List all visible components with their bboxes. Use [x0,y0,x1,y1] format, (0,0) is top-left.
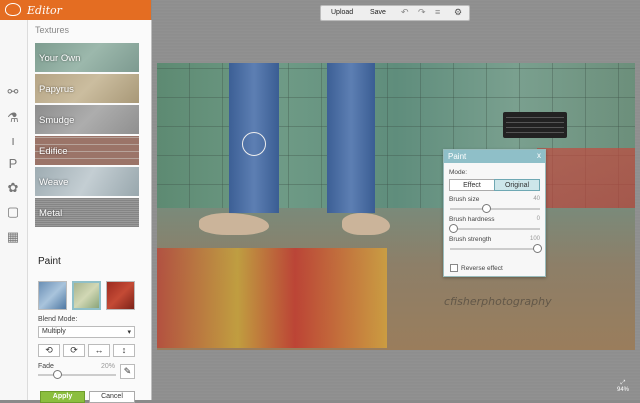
brush-size-slider[interactable] [450,208,540,210]
right-leg [327,63,375,213]
overlay-icon[interactable]: ✿ [5,180,21,196]
brush-strength-label: Brush strength [449,236,492,243]
brush-hardness-knob[interactable] [449,224,458,233]
brush-hardness-value: 0 [536,216,540,222]
textures-icon[interactable]: ▦ [5,229,21,245]
frame-icon[interactable]: ▢ [5,204,21,220]
paint-swatch-green[interactable] [72,281,101,310]
logo-icon [5,3,21,16]
fade-slider-knob[interactable] [53,370,62,379]
popup-title: Paint [444,150,545,163]
blend-mode-label: Blend Mode: [38,316,78,323]
mode-label: Mode: [449,169,468,176]
text-tool-icon[interactable]: P [5,156,21,172]
texture-smudge[interactable]: Smudge [35,105,139,134]
blend-mode-select[interactable]: Multiply ▾ [38,326,135,338]
top-toolbar: Upload Save ↶ ↷ ≡ ⚙ [320,5,470,21]
upload-button[interactable]: Upload [331,9,353,16]
paint-swatch-blue[interactable] [38,281,67,310]
wall-vent [503,112,567,138]
fade-slider[interactable] [38,374,116,376]
zoom-indicator[interactable]: ⤢ 94% [617,380,629,393]
chevron-down-icon: ▾ [127,329,131,336]
texture-papyrus[interactable]: Papyrus [35,74,139,103]
panel-title: Textures [35,25,70,35]
brush-hardness-label: Brush hardness [449,216,495,223]
flip-vertical-button[interactable]: ↕ [113,344,135,357]
reverse-effect-label: Reverse effect [461,265,503,272]
app-title: Editor [27,4,62,17]
zoom-icon: ⤢ [620,380,626,386]
textures-panel: Textures Your Own Papyrus Smudge Edifice… [28,20,152,403]
watermark: cfisherphotography [444,295,552,308]
rotate-right-button[interactable]: ⟳ [63,344,85,357]
tool-rail: ⚯ ⚗ ı P ✿ ▢ ▦ [0,20,28,400]
brush-strength-knob[interactable] [533,244,542,253]
texture-weave[interactable]: Weave [35,167,139,196]
cancel-button[interactable]: Cancel [89,391,135,403]
brush-strength-value: 100 [529,236,540,242]
brush-size-value: 40 [533,196,540,202]
brush-cursor [242,132,266,156]
zoom-value: 94% [617,387,630,393]
paint-popup: Paint x Mode: Effect Original Brush size… [443,149,546,277]
close-icon[interactable]: x [537,151,541,160]
apply-button[interactable]: Apply [40,391,85,403]
paint-brush-button[interactable]: ✎ [120,364,135,379]
mode-original-button[interactable]: Original [494,179,540,191]
share-icon[interactable]: ⚯ [5,84,21,100]
texture-your-own[interactable]: Your Own [35,43,139,72]
texture-metal[interactable]: Metal [35,198,139,227]
flask-icon[interactable]: ⚗ [5,110,21,126]
paint-section-title: Paint [38,256,61,267]
brush-tool-icon[interactable]: ı [5,133,21,149]
texture-edifice[interactable]: Edifice [35,136,139,165]
app-header: Editor [0,0,151,20]
save-button[interactable]: Save [370,9,386,16]
reverse-effect-checkbox[interactable] [450,264,458,272]
rotate-left-button[interactable]: ⟲ [38,344,60,357]
fade-label: Fade [38,363,54,370]
brush-strength-slider[interactable] [450,248,540,250]
flip-horizontal-button[interactable]: ↔ [88,344,110,357]
fade-value: 20% [101,363,116,370]
brush-hardness-slider[interactable] [450,228,540,230]
redo-icon[interactable]: ↷ [418,7,426,18]
brush-size-label: Brush size [449,196,480,203]
gear-icon[interactable]: ⚙ [454,7,462,18]
undo-icon[interactable]: ↶ [401,7,409,18]
brush-size-knob[interactable] [482,204,491,213]
photo-canvas[interactable]: cfisherphotography [157,63,635,350]
mode-effect-button[interactable]: Effect [449,179,495,191]
paint-swatch-red[interactable] [106,281,135,310]
history-icon[interactable]: ≡ [435,7,440,17]
